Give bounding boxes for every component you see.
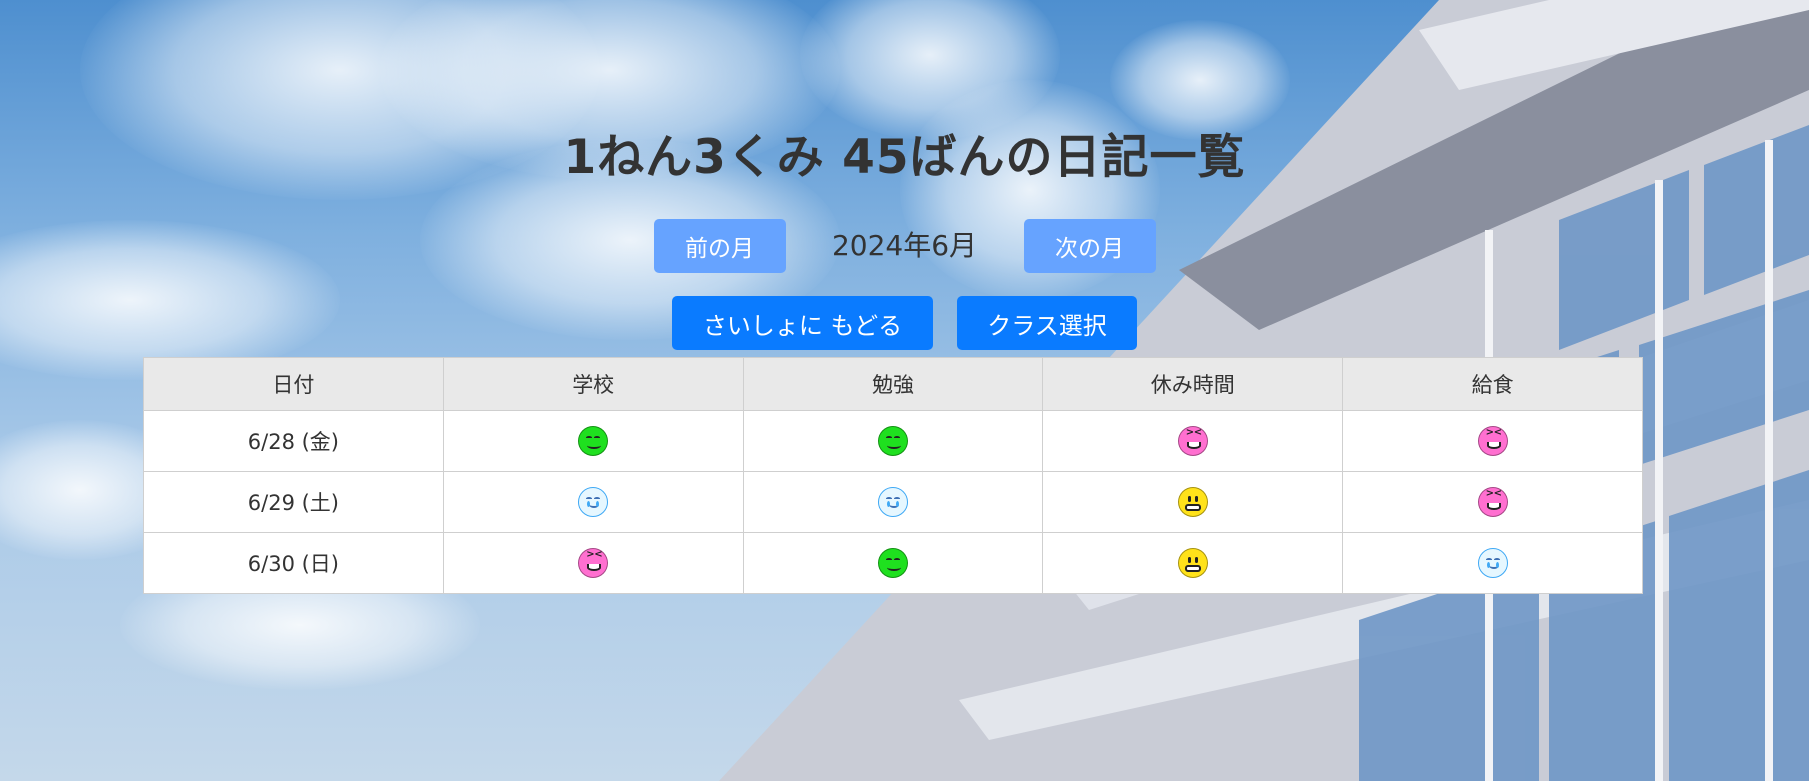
table-header-row: 日付 学校 勉強 休み時間 給食	[143, 357, 1643, 411]
break-cell	[1042, 410, 1344, 472]
laughing-face-icon	[1477, 426, 1508, 456]
laughing-face-icon	[578, 548, 609, 578]
lunch-cell	[1342, 410, 1643, 472]
lunch-cell	[1342, 532, 1643, 594]
diary-table: 日付 学校 勉強 休み時間 給食 6/28 (金)6/29 (土)6/30 (日…	[143, 357, 1643, 594]
table-row: 6/28 (金)	[143, 410, 1643, 472]
crying-face-icon	[578, 487, 609, 517]
header-break: 休み時間	[1042, 357, 1344, 411]
laughing-face-icon	[1177, 426, 1208, 456]
table-row: 6/30 (日)	[143, 532, 1643, 594]
happy-face-icon	[578, 426, 609, 456]
current-month-label: 2024年6月	[831, 229, 978, 262]
header-school: 学校	[442, 357, 744, 411]
class-select-button[interactable]: クラス選択	[957, 296, 1137, 350]
study-cell	[742, 410, 1044, 472]
prev-month-button[interactable]: 前の月	[653, 219, 786, 273]
header-study: 勉強	[742, 357, 1044, 411]
study-cell	[742, 471, 1044, 533]
month-navigation: 前の月 2024年6月 次の月	[0, 219, 1809, 273]
happy-face-icon	[877, 548, 908, 578]
date-cell: 6/30 (日)	[143, 532, 444, 594]
page-title: 1ねん3くみ 45ばんの日記一覧	[563, 130, 1246, 185]
next-month-button[interactable]: 次の月	[1023, 219, 1156, 273]
grimacing-face-icon	[1177, 487, 1208, 517]
table-row: 6/29 (土)	[143, 471, 1643, 533]
grimacing-face-icon	[1177, 548, 1208, 578]
crying-face-icon	[877, 487, 908, 517]
school-cell	[442, 532, 744, 594]
header-date: 日付	[143, 357, 444, 411]
date-cell: 6/28 (金)	[143, 410, 444, 472]
school-cell	[442, 471, 744, 533]
study-cell	[742, 532, 1044, 594]
break-cell	[1042, 471, 1344, 533]
header-lunch: 給食	[1342, 357, 1643, 411]
crying-face-icon	[1477, 548, 1508, 578]
break-cell	[1042, 532, 1344, 594]
action-buttons: さいしょに もどる クラス選択	[0, 296, 1809, 350]
date-cell: 6/29 (土)	[143, 471, 444, 533]
laughing-face-icon	[1477, 487, 1508, 517]
main-content: 1ねん3くみ 45ばんの日記一覧 前の月 2024年6月 次の月 さいしょに も…	[0, 0, 1809, 781]
happy-face-icon	[877, 426, 908, 456]
lunch-cell	[1342, 471, 1643, 533]
back-to-start-button[interactable]: さいしょに もどる	[672, 296, 933, 350]
school-cell	[442, 410, 744, 472]
